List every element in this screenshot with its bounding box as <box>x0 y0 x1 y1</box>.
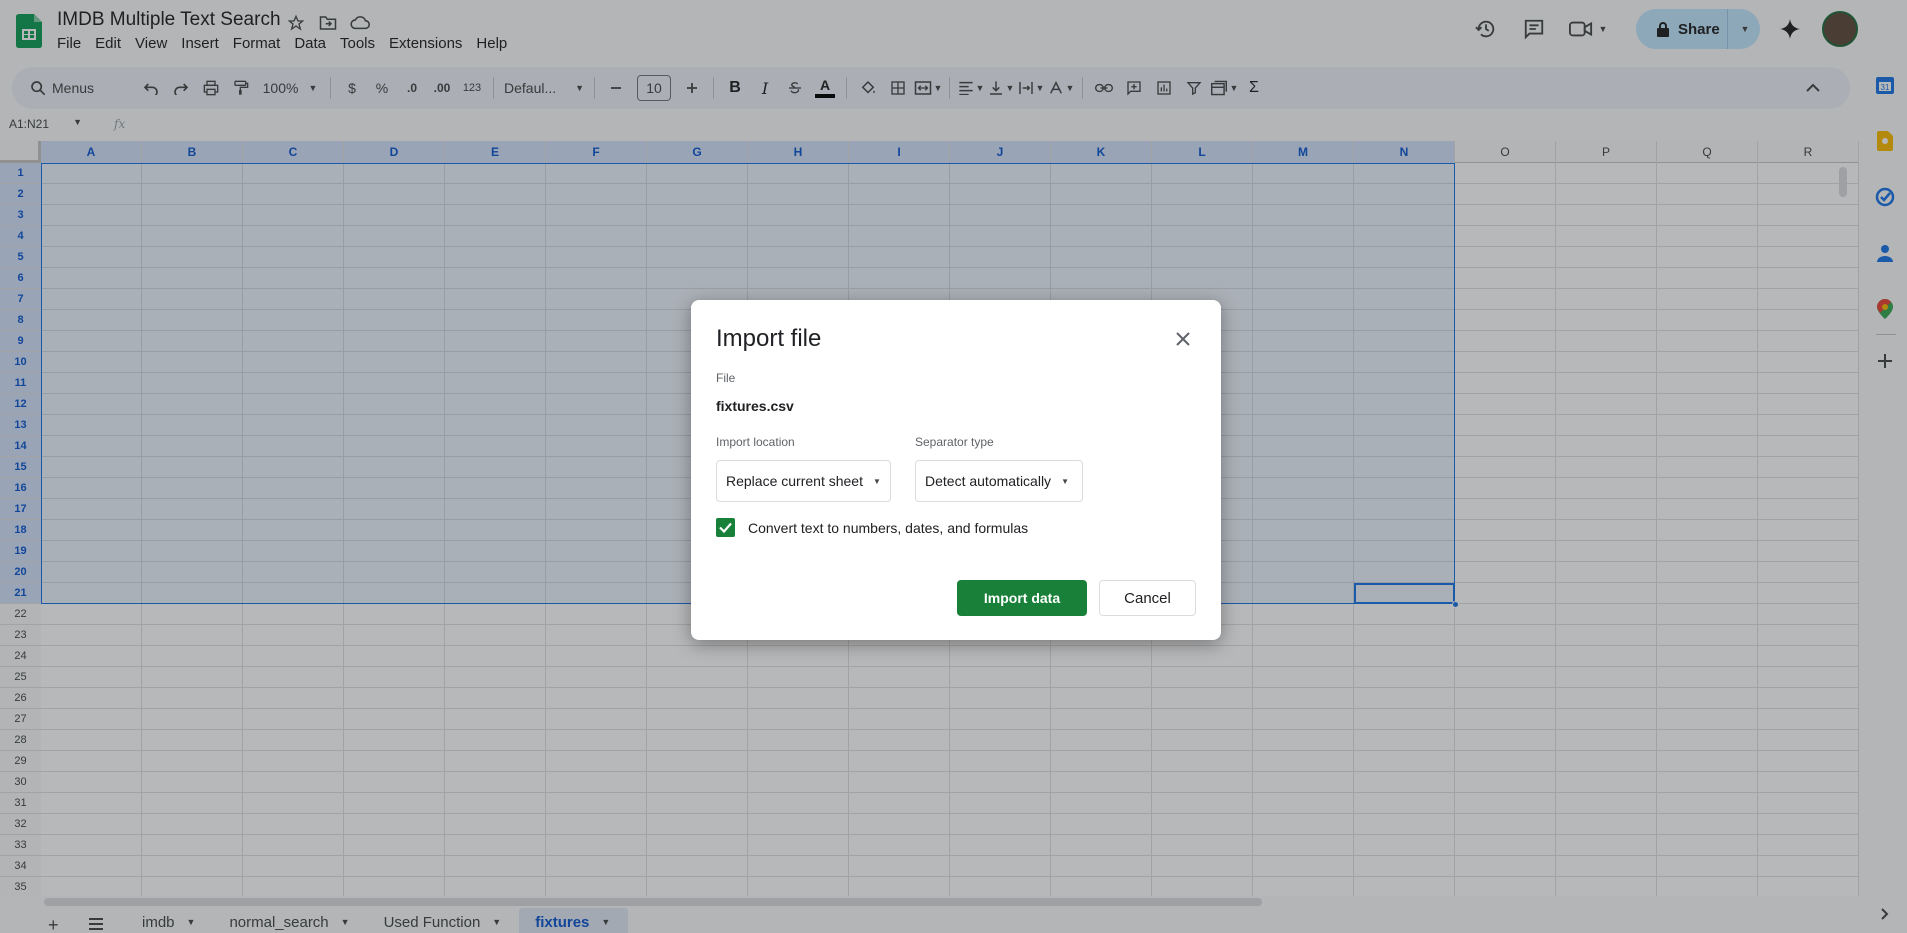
checkmark-icon <box>719 522 732 533</box>
convert-text-label[interactable]: Convert text to numbers, dates, and form… <box>748 520 1028 536</box>
file-name: fixtures.csv <box>716 398 794 414</box>
separator-type-select[interactable]: Detect automatically ▼ <box>915 460 1083 502</box>
import-location-select[interactable]: Replace current sheet ▼ <box>716 460 891 502</box>
separator-type-label: Separator type <box>915 435 994 449</box>
import-location-value: Replace current sheet <box>726 473 863 489</box>
import-location-label: Import location <box>716 435 795 449</box>
separator-type-value: Detect automatically <box>925 473 1052 489</box>
dialog-title: Import file <box>716 325 822 352</box>
chevron-down-icon: ▼ <box>872 476 881 486</box>
import-file-dialog: Import file File fixtures.csv Import loc… <box>691 300 1221 640</box>
cancel-button[interactable]: Cancel <box>1099 580 1196 616</box>
import-data-button[interactable]: Import data <box>957 580 1087 616</box>
convert-text-checkbox[interactable] <box>716 518 735 537</box>
close-icon[interactable] <box>1171 327 1195 351</box>
file-label: File <box>716 371 736 385</box>
chevron-down-icon: ▼ <box>1061 476 1069 486</box>
